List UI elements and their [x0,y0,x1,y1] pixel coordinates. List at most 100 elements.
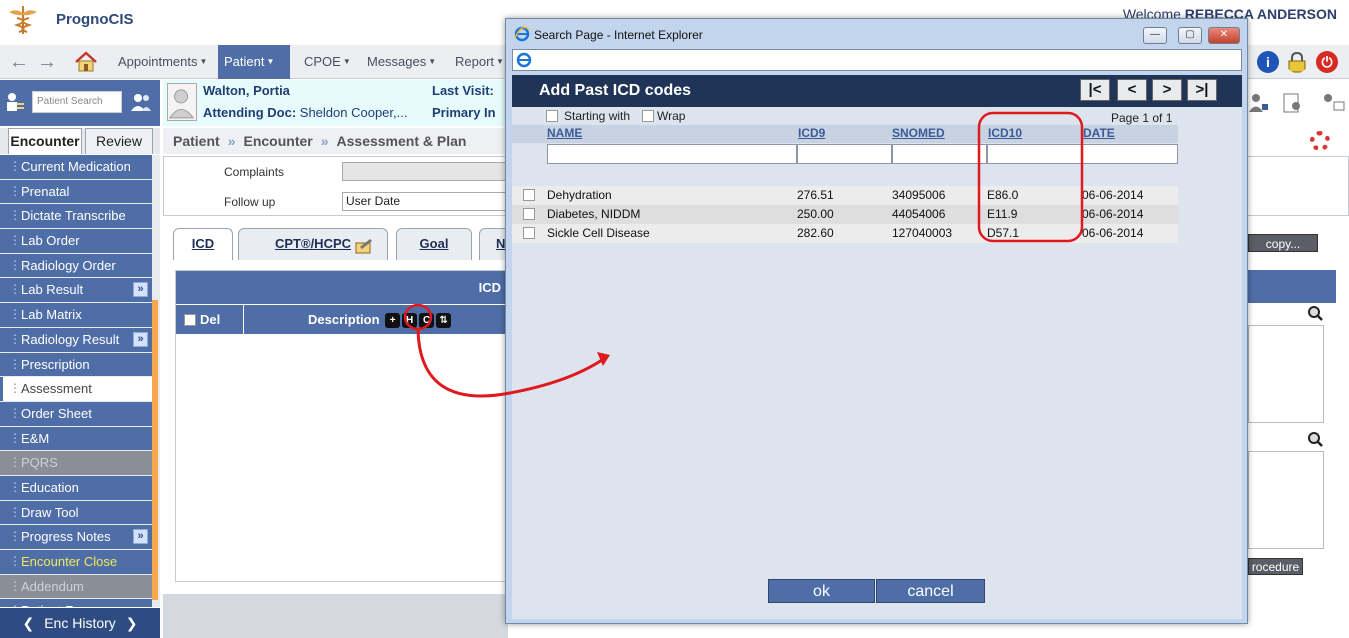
tab-review[interactable]: Review [85,128,153,154]
table-row[interactable]: Diabetes, NIDDM 250.00 44054006 E11.9 06-06-… [512,205,1178,224]
filter-icd10-input[interactable] [987,144,1082,164]
filter-date-input[interactable] [1082,144,1178,164]
tab-goal[interactable]: Goal [396,228,472,260]
sidebar-item-lab-result[interactable]: Lab Result » [0,278,152,303]
sidebar-item-e-m[interactable]: E&M [0,426,152,451]
transfer-icon[interactable] [1322,92,1346,114]
nav-menu-appointments[interactable]: Appointments ▼ [112,45,216,79]
starting-with-option[interactable]: Starting with [546,109,630,123]
col-snomed[interactable]: SNOMED [892,126,945,140]
back-arrow-icon[interactable]: ← [8,51,30,73]
sidebar-item-dictate-transcribe[interactable]: Dictate Transcribe [0,204,152,229]
magnifier-icon[interactable] [1307,305,1323,321]
right-textbox-1[interactable] [1248,325,1324,423]
prev-chevron-icon[interactable]: ❮ [22,615,34,631]
table-row[interactable]: Dehydration 276.51 34095006 E86.0 06-06-2014 [512,186,1178,205]
sidebar-item-encounter-close[interactable]: Encounter Close [0,550,152,574]
starting-with-checkbox[interactable] [546,110,558,122]
patient-card-icon[interactable] [5,91,25,113]
sidebar-item-pqrs[interactable]: PQRS [0,451,152,475]
procedure-button[interactable]: rocedure [1248,558,1303,575]
expand-icon[interactable]: » [133,529,148,545]
tab-icd[interactable]: ICD [173,228,233,260]
lock-icon[interactable] [1286,51,1308,73]
col-name[interactable]: NAME [547,126,582,140]
col-date[interactable]: DATE [1083,126,1115,140]
sidebar-item-lab-matrix[interactable]: Lab Matrix [0,303,152,327]
sidebar-item-draw-tool[interactable]: Draw Tool [0,500,152,525]
info-icon[interactable]: i [1257,51,1279,73]
sidebar-item-radiology-result[interactable]: Radiology Result » [0,327,152,352]
row-checkbox[interactable] [523,189,535,201]
sidebar-scrollbar[interactable] [152,300,158,600]
nav-menu-patient[interactable]: Patient ▼ [218,45,290,79]
add-icd-button[interactable]: + [385,313,401,328]
sidebar-item-prescription[interactable]: Prescription [0,352,152,377]
sidebar-item-prenatal[interactable]: Prenatal [0,179,152,204]
forward-arrow-icon[interactable]: → [36,51,58,73]
followup-select[interactable]: User Date [342,192,509,211]
c-icd-button[interactable]: C [419,313,435,328]
users-icon[interactable] [130,92,152,112]
patient-avatar[interactable] [167,83,197,121]
close-button[interactable]: ✕ [1208,27,1240,44]
history-icd-button[interactable]: H [402,313,418,328]
sidebar-item-current-medication[interactable]: Current Medication [0,155,152,179]
maximize-button[interactable]: ▢ [1178,27,1202,44]
sidebar-item-progress-notes[interactable]: Progress Notes » [0,525,152,549]
del-all-checkbox[interactable] [184,314,196,326]
copy-button[interactable]: copy... [1248,234,1318,252]
next-page-button[interactable]: > [1152,79,1182,101]
magnifier-icon[interactable] [1307,431,1323,447]
nav-menu-report[interactable]: Report ▼ [449,45,507,79]
expand-icon[interactable]: » [133,282,148,298]
col-icd10[interactable]: ICD10 [988,126,1022,140]
complaints-field[interactable] [342,162,509,181]
breadcrumb-assessment[interactable]: Assessment & Plan [337,133,467,149]
sidebar-item-education[interactable]: Education [0,475,152,500]
attending-value: Sheldon Cooper,... [299,105,408,120]
home-icon[interactable] [74,50,98,74]
sidebar-item-order-sheet[interactable]: Order Sheet [0,401,152,426]
nav-menu-messages[interactable]: Messages ▼ [361,45,441,79]
enc-history-bar[interactable]: ❮ Enc History ❯ [0,608,160,638]
breadcrumb-patient[interactable]: Patient [173,133,220,149]
patient-search-input[interactable]: Patient Search [32,91,122,113]
nav-menu-cpoe[interactable]: CPOE ▼ [298,45,352,79]
prev-page-button[interactable]: < [1117,79,1147,101]
first-page-button[interactable]: |< [1080,79,1110,101]
sidebar-item-patient-forms[interactable]: Patient Forms [0,599,152,607]
breadcrumb-encounter[interactable]: Encounter [243,133,312,149]
row-checkbox[interactable] [523,227,535,239]
sort-icd-button[interactable]: ⇅ [436,313,452,328]
right-textbox-2[interactable] [1248,451,1324,549]
expand-icon[interactable]: » [133,331,148,347]
patient-name[interactable]: Walton, Portia [203,83,290,98]
sidebar-item-radiology-order[interactable]: Radiology Order [0,253,152,278]
col-icd9[interactable]: ICD9 [798,126,825,140]
patient-flag-icon[interactable] [1248,92,1270,114]
wrap-option[interactable]: Wrap [642,109,685,123]
sidebar-item-assessment[interactable]: Assessment [0,377,152,401]
next-chevron-icon[interactable]: ❯ [126,615,138,631]
wrap-checkbox[interactable] [642,110,654,122]
filter-icd9-input[interactable] [797,144,892,164]
table-row[interactable]: Sickle Cell Disease 282.60 127040003 D57.1 0… [512,224,1178,243]
filter-snomed-input[interactable] [892,144,987,164]
minimize-button[interactable]: — [1143,27,1167,44]
doc-patient-icon[interactable] [1282,92,1304,114]
sidebar-item-label: Addendum [21,578,84,594]
row-checkbox[interactable] [523,208,535,220]
tab-cpt-hcpc[interactable]: CPT®/HCPC [238,228,388,260]
del-column[interactable]: Del [176,305,244,335]
ok-button[interactable]: ok [768,579,875,603]
last-page-button[interactable]: >| [1187,79,1217,101]
address-bar[interactable] [512,49,1242,71]
tab-encounter[interactable]: Encounter [8,128,82,154]
filter-name-input[interactable] [547,144,797,164]
lifebuoy-help-icon[interactable] [1310,131,1330,151]
sidebar-item-lab-order[interactable]: Lab Order [0,229,152,253]
power-icon[interactable]: ⏻ [1316,51,1338,73]
cancel-button[interactable]: cancel [876,579,985,603]
sidebar-item-addendum[interactable]: Addendum [0,574,152,599]
